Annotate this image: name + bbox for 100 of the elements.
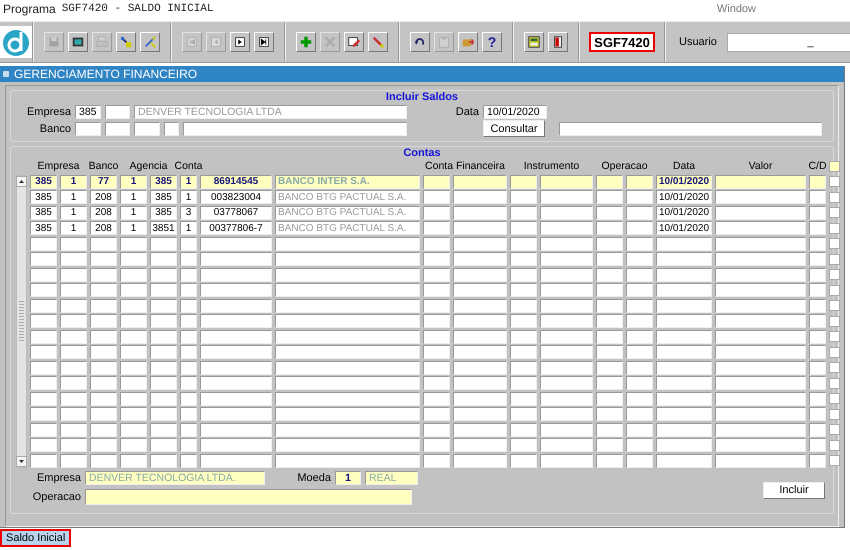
table-cell[interactable] [453, 221, 507, 235]
table-cell[interactable]: 385 [30, 174, 57, 188]
table-cell[interactable] [510, 190, 537, 204]
checkbox[interactable] [829, 254, 840, 264]
table-cell[interactable] [453, 252, 507, 266]
table-cell[interactable] [423, 221, 450, 235]
table-cell[interactable] [150, 454, 177, 468]
table-cell[interactable] [90, 376, 117, 390]
table-cell[interactable] [200, 376, 272, 390]
toolbar-button[interactable] [524, 32, 544, 52]
table-cell[interactable] [715, 174, 806, 188]
table-cell[interactable] [540, 268, 593, 282]
table-cell[interactable] [30, 298, 57, 312]
table-cell[interactable] [200, 392, 272, 406]
table-cell[interactable] [120, 236, 147, 250]
table-cell[interactable] [275, 283, 420, 297]
table-cell[interactable] [180, 314, 197, 328]
table-cell[interactable] [656, 422, 712, 436]
table-cell[interactable] [180, 438, 197, 452]
table-cell[interactable] [510, 268, 537, 282]
table-cell[interactable] [596, 330, 623, 344]
table-cell[interactable] [453, 206, 507, 220]
table-cell[interactable] [90, 314, 117, 328]
table-cell[interactable] [423, 298, 450, 312]
table-cell[interactable] [453, 330, 507, 344]
table-cell[interactable] [809, 376, 826, 390]
table-cell[interactable] [30, 283, 57, 297]
table-cell[interactable] [30, 360, 57, 374]
table-cell[interactable] [180, 454, 197, 468]
table-cell[interactable]: 1 [120, 174, 147, 188]
table-cell[interactable] [453, 268, 507, 282]
table-cell[interactable] [596, 360, 623, 374]
table-cell[interactable] [510, 376, 537, 390]
table-cell[interactable] [275, 298, 420, 312]
table-cell[interactable] [715, 298, 806, 312]
table-cell[interactable] [60, 376, 87, 390]
table-cell[interactable] [30, 236, 57, 250]
table-cell[interactable] [180, 360, 197, 374]
table-cell[interactable] [423, 376, 450, 390]
table-cell[interactable]: 86914545 [200, 174, 272, 188]
table-cell[interactable] [90, 392, 117, 406]
table-cell[interactable] [809, 392, 826, 406]
table-cell[interactable]: 1 [60, 174, 87, 188]
table-cell[interactable] [453, 314, 507, 328]
table-cell[interactable] [626, 345, 653, 359]
table-cell[interactable] [715, 283, 806, 297]
table-cell[interactable]: 385 [150, 190, 177, 204]
table-cell[interactable] [150, 360, 177, 374]
table-cell[interactable] [120, 330, 147, 344]
table-cell[interactable] [656, 252, 712, 266]
table-cell[interactable]: 00377806-7 [200, 221, 272, 235]
table-cell[interactable] [453, 392, 507, 406]
table-cell[interactable] [200, 438, 272, 452]
table-cell[interactable] [120, 252, 147, 266]
table-cell[interactable] [596, 206, 623, 220]
table-cell[interactable] [540, 221, 593, 235]
table-cell[interactable] [200, 252, 272, 266]
table-cell[interactable] [540, 407, 593, 421]
table-cell[interactable] [540, 314, 593, 328]
table-cell[interactable] [60, 252, 87, 266]
table-cell[interactable] [180, 407, 197, 421]
table-cell[interactable] [90, 283, 117, 297]
table-cell[interactable] [200, 454, 272, 468]
table-cell[interactable] [453, 283, 507, 297]
table-cell[interactable] [30, 345, 57, 359]
table-cell[interactable] [596, 376, 623, 390]
table-cell[interactable]: 208 [90, 190, 117, 204]
table-cell[interactable] [626, 422, 653, 436]
table-cell[interactable] [656, 298, 712, 312]
table-cell[interactable] [275, 252, 420, 266]
table-cell[interactable] [540, 236, 593, 250]
table-cell[interactable] [60, 298, 87, 312]
table-cell[interactable] [656, 283, 712, 297]
table-cell[interactable] [423, 360, 450, 374]
table-cell[interactable] [715, 345, 806, 359]
table-cell[interactable]: 385 [30, 206, 57, 220]
checkbox[interactable] [829, 300, 840, 311]
input-field[interactable] [164, 122, 179, 136]
checkbox[interactable] [829, 207, 840, 218]
table-cell[interactable] [809, 407, 826, 421]
table-cell[interactable] [596, 438, 623, 452]
table-cell[interactable] [626, 454, 653, 468]
toolbar-button[interactable] [254, 32, 274, 52]
table-cell[interactable] [275, 314, 420, 328]
user-field[interactable]: _ [726, 32, 850, 52]
table-cell[interactable] [150, 330, 177, 344]
table-cell[interactable] [453, 407, 507, 421]
table-cell[interactable] [626, 283, 653, 297]
table-cell[interactable] [120, 345, 147, 359]
window-menu[interactable]: Window [716, 3, 756, 15]
table-cell[interactable] [626, 392, 653, 406]
table-cell[interactable] [200, 268, 272, 282]
table-cell[interactable] [120, 376, 147, 390]
table-cell[interactable] [30, 438, 57, 452]
table-cell[interactable] [540, 360, 593, 374]
table-cell[interactable] [656, 360, 712, 374]
scroll-up-icon[interactable] [16, 176, 27, 186]
table-cell[interactable] [809, 438, 826, 452]
table-cell[interactable] [715, 268, 806, 282]
checkbox[interactable] [829, 455, 840, 466]
